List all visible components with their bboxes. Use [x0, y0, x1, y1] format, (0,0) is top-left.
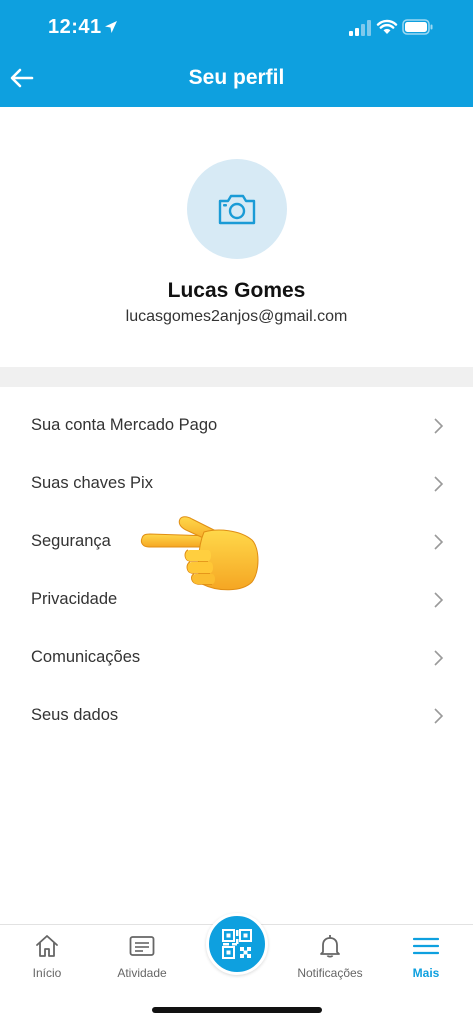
menu-item-communications[interactable]: Comunicações: [0, 629, 473, 687]
app-header: 12:41 Seu perfil: [0, 0, 473, 107]
menu-item-label: Privacidade: [31, 590, 118, 608]
home-icon: [36, 935, 58, 957]
status-time: 12:41: [48, 16, 102, 38]
qr-code-icon: [222, 929, 252, 959]
bottom-tab-bar: Início Atividade Notificações Mais: [0, 913, 473, 1024]
menu-icon: [413, 937, 439, 955]
profile-name: Lucas Gomes: [167, 279, 306, 302]
home-indicator: [152, 1007, 322, 1013]
location-arrow-icon: [105, 21, 117, 33]
page-title: Seu perfil: [188, 66, 285, 89]
pointing-hand-icon: [140, 516, 259, 591]
menu-item-label: Comunicações: [31, 648, 141, 666]
chevron-right-icon: [434, 534, 444, 550]
chevron-right-icon: [434, 592, 444, 608]
tab-atividade[interactable]: Atividade: [102, 925, 182, 985]
tab-inicio[interactable]: Início: [7, 925, 87, 985]
menu-item-label: Suas chaves Pix: [31, 474, 153, 492]
menu-item-mercado-pago-account[interactable]: Sua conta Mercado Pago: [0, 397, 473, 455]
chevron-right-icon: [434, 650, 444, 666]
menu-item-label: Seus dados: [31, 706, 119, 724]
profile-section: Lucas Gomes lucasgomes2anjos@gmail.com: [0, 107, 473, 367]
chevron-right-icon: [434, 418, 444, 434]
bell-icon: [320, 935, 340, 958]
menu-item-label: Segurança: [31, 532, 111, 550]
qr-code-button[interactable]: [206, 913, 268, 975]
profile-email: lucasgomes2anjos@gmail.com: [125, 308, 348, 325]
cellular-signal-icon: [349, 20, 371, 36]
tab-label: Atividade: [117, 966, 167, 980]
chevron-right-icon: [434, 476, 444, 492]
avatar[interactable]: [187, 159, 287, 259]
menu-item-label: Sua conta Mercado Pago: [31, 416, 218, 434]
camera-icon: [218, 194, 256, 225]
chevron-right-icon: [434, 708, 444, 724]
status-bar: 12:41: [0, 0, 473, 56]
menu-item-pix-keys[interactable]: Suas chaves Pix: [0, 455, 473, 513]
tab-notificacoes[interactable]: Notificações: [290, 925, 370, 985]
tab-label: Notificações: [297, 966, 363, 980]
tab-label: Mais: [412, 966, 440, 980]
activity-icon: [129, 936, 155, 956]
section-divider: [0, 367, 473, 387]
wifi-icon: [376, 19, 398, 34]
tab-label: Início: [32, 966, 62, 980]
battery-icon: [402, 19, 433, 35]
menu-item-your-data[interactable]: Seus dados: [0, 687, 473, 745]
tab-mais[interactable]: Mais: [386, 925, 466, 985]
